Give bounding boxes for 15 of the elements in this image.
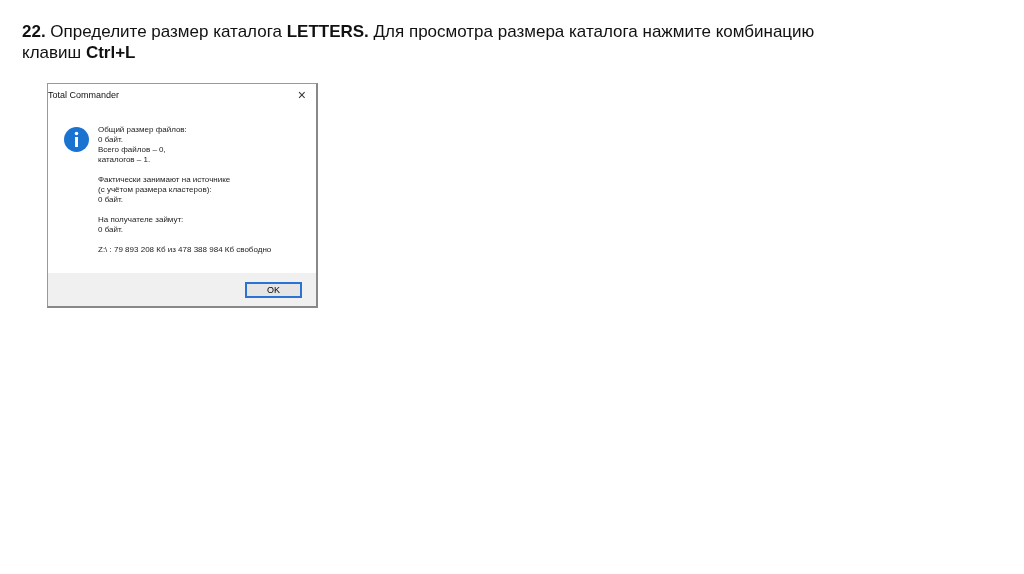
close-button[interactable]: × — [293, 87, 310, 103]
message-line: 0 байт. — [98, 225, 124, 235]
window-title: Total Commander — [48, 90, 120, 100]
info-icon — [64, 127, 89, 152]
message-line: Z:\ : 79 893 208 Кб из 478 388 984 Кб свободно — [98, 245, 272, 255]
message-line: 0 байт. — [98, 135, 124, 145]
ok-button[interactable]: OK — [245, 281, 302, 298]
message-line: Общий размер файлов: — [98, 125, 188, 135]
message-line: На получателе займут: — [98, 215, 185, 225]
message-line: (с учётом размера кластеров): — [98, 185, 213, 195]
message-line: каталогов – 1. — [98, 155, 152, 165]
task-text: 22. Определите размер каталога LETTERS. Для просмотра размера каталога нажмите комбинацию клавиш Ctrl+L — [21, 21, 816, 63]
message-line: Всего файлов – 0, — [98, 145, 167, 155]
message-line: 0 байт. — [98, 195, 124, 205]
message-line: Фактически занимают на источнике — [98, 175, 232, 185]
